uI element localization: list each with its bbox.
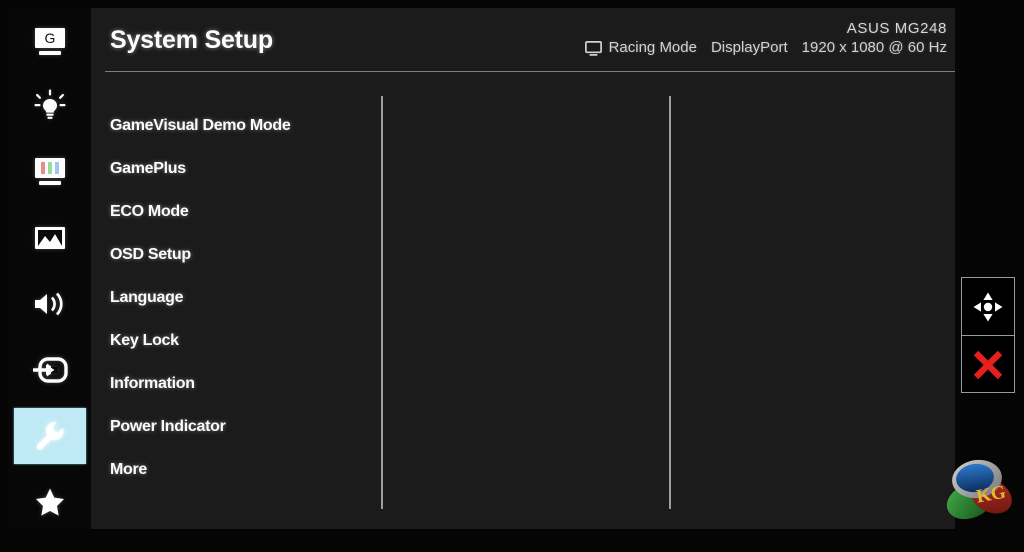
menu-item-information[interactable]: Information — [110, 362, 380, 405]
color-bars-monitor-icon — [35, 158, 65, 185]
osd-control-buttons — [961, 277, 1015, 393]
page-title: System Setup — [110, 26, 273, 54]
menu-item-key-lock[interactable]: Key Lock — [110, 319, 380, 362]
sidebar-item-system-setup[interactable] — [14, 408, 86, 464]
osd-panel: System Setup ASUS MG248 Racing Mode Disp… — [91, 8, 955, 529]
menu-item-language[interactable]: Language — [110, 276, 380, 319]
menu-item-osd-setup[interactable]: OSD Setup — [110, 233, 380, 276]
menu-item-more[interactable]: More — [110, 448, 380, 491]
sidebar-item-sound[interactable] — [14, 276, 86, 332]
close-button[interactable] — [962, 335, 1014, 393]
sidebar-item-image[interactable] — [14, 210, 86, 266]
monitor-icon — [584, 40, 602, 56]
menu-item-eco-mode[interactable]: ECO Mode — [110, 190, 380, 233]
speaker-icon — [35, 292, 63, 316]
menu-item-gamevisual-demo-mode[interactable]: GameVisual Demo Mode — [110, 104, 380, 147]
sidebar-item-blue-light-filter[interactable] — [14, 78, 86, 134]
close-x-icon — [973, 350, 1003, 379]
menu-item-label: More — [110, 460, 148, 478]
osd-sidebar: G — [8, 8, 91, 529]
status-line: Racing Mode DisplayPort 1920 x 1080 @ 60… — [584, 39, 947, 57]
preset-mode-label: Racing Mode — [608, 39, 697, 56]
lightbulb-icon — [34, 89, 66, 119]
menu-item-label: Language — [110, 288, 184, 306]
input-arrow-icon — [33, 357, 68, 383]
menu-item-label: Power Indicator — [110, 417, 226, 435]
star-icon — [36, 488, 64, 516]
preset-mode-group: Racing Mode — [584, 39, 697, 57]
menu-item-label: Key Lock — [110, 331, 179, 349]
four-way-arrows-icon — [973, 292, 1003, 321]
kitguru-logo-icon: KG — [946, 459, 1012, 520]
menu-item-label: Information — [110, 374, 195, 392]
header-status: ASUS MG248 Racing Mode DisplayPort 1920 … — [584, 20, 947, 57]
svg-text:G: G — [45, 30, 56, 46]
osd-menu: G System Setup ASUS MG248 Racing Mode Di… — [8, 8, 955, 529]
sidebar-item-gamevisual[interactable]: G — [14, 14, 86, 70]
sidebar-item-myfavorite[interactable] — [14, 474, 86, 530]
picture-icon — [35, 227, 65, 249]
navigate-button[interactable] — [962, 278, 1014, 335]
sidebar-item-input-select[interactable] — [14, 342, 86, 398]
column-divider-2 — [669, 96, 671, 509]
menu-item-gameplus[interactable]: GamePlus — [110, 147, 380, 190]
menu-item-label: OSD Setup — [110, 245, 191, 263]
resolution-label: 1920 x 1080 @ 60 Hz — [801, 39, 947, 56]
wrench-icon — [36, 421, 64, 450]
menu-item-power-indicator[interactable]: Power Indicator — [110, 405, 380, 448]
menu-item-label: GamePlus — [110, 159, 186, 177]
header-divider — [105, 71, 955, 72]
osd-header: System Setup ASUS MG248 Racing Mode Disp… — [91, 8, 955, 72]
input-source-label: DisplayPort — [710, 39, 788, 56]
sidebar-item-color[interactable] — [14, 144, 86, 200]
kitguru-logo: KG — [944, 452, 1016, 524]
menu-item-label: ECO Mode — [110, 202, 189, 220]
monitor-model: ASUS MG248 — [846, 20, 947, 37]
monitor-screen: G System Setup ASUS MG248 Racing Mode Di… — [0, 0, 1024, 552]
gamevisual-monitor-g-icon: G — [35, 28, 65, 55]
menu-item-label: GameVisual Demo Mode — [110, 116, 291, 134]
settings-menu-list: GameVisual Demo Mode GamePlus ECO Mode O… — [110, 104, 380, 491]
column-divider-1 — [381, 96, 383, 509]
